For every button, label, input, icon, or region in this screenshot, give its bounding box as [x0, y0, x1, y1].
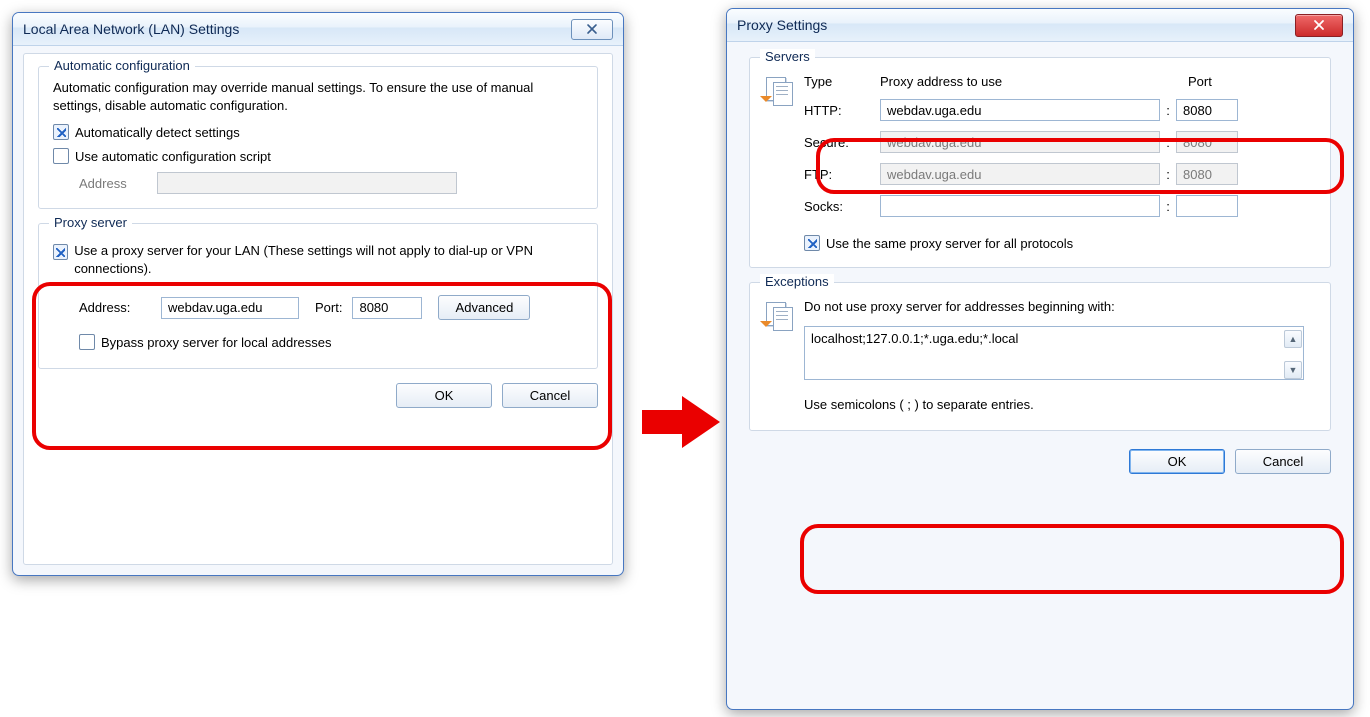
exceptions-group: Exceptions Do not use proxy server for a…	[749, 282, 1331, 431]
socks-label: Socks:	[804, 199, 880, 214]
http-address-input[interactable]	[880, 99, 1160, 121]
ftp-port-input	[1176, 163, 1238, 185]
close-icon	[1312, 19, 1326, 31]
servers-group: Servers Type Proxy address to use Port	[749, 57, 1331, 268]
bypass-local-checkbox[interactable]	[79, 334, 95, 350]
secure-port-input	[1176, 131, 1238, 153]
same-proxy-label: Use the same proxy server for all protoc…	[826, 236, 1073, 251]
col-type: Type	[804, 74, 880, 89]
proxy-port-label: Port:	[315, 300, 342, 315]
secure-label: Secure:	[804, 135, 880, 150]
proxy-address-label: Address:	[79, 300, 151, 315]
scroll-down-button[interactable]: ▼	[1284, 361, 1302, 379]
col-addr: Proxy address to use	[880, 74, 1166, 89]
col-port: Port	[1188, 74, 1212, 89]
ftp-label: FTP:	[804, 167, 880, 182]
close-icon	[586, 23, 598, 35]
proxy-body: Servers Type Proxy address to use Port	[737, 49, 1343, 699]
exceptions-desc: Do not use proxy server for addresses be…	[804, 299, 1314, 314]
exceptions-textarea[interactable]	[804, 326, 1304, 380]
lan-title: Local Area Network (LAN) Settings	[23, 21, 571, 37]
close-button[interactable]	[1295, 14, 1343, 37]
proxy-cancel-button[interactable]: Cancel	[1235, 449, 1331, 474]
auto-script-label: Use automatic configuration script	[75, 149, 271, 164]
proxy-titlebar[interactable]: Proxy Settings	[727, 9, 1353, 42]
proxy-settings-dialog: Proxy Settings Servers Type P	[726, 8, 1354, 710]
auto-config-group: Automatic configuration Automatic config…	[38, 66, 598, 209]
exceptions-hint: Use semicolons ( ; ) to separate entries…	[804, 397, 1314, 412]
socks-address-input[interactable]	[880, 195, 1160, 217]
proxy-title: Proxy Settings	[737, 17, 1295, 33]
exceptions-legend: Exceptions	[760, 274, 834, 289]
lan-ok-button[interactable]: OK	[396, 383, 492, 408]
secure-address-input	[880, 131, 1160, 153]
server-row-socks: Socks: :	[804, 195, 1314, 217]
proxy-server-group: Proxy server Use a proxy server for your…	[38, 223, 598, 369]
proxy-address-input[interactable]	[161, 297, 299, 319]
exceptions-icon	[764, 299, 798, 333]
advanced-button[interactable]: Advanced	[438, 295, 530, 320]
auto-address-input	[157, 172, 457, 194]
proxy-ok-button[interactable]: OK	[1129, 449, 1225, 474]
http-port-input[interactable]	[1176, 99, 1238, 121]
proxy-group-legend: Proxy server	[49, 215, 132, 230]
lan-titlebar[interactable]: Local Area Network (LAN) Settings	[13, 13, 623, 46]
server-row-secure: Secure: :	[804, 131, 1314, 153]
http-label: HTTP:	[804, 103, 880, 118]
lan-body: Automatic configuration Automatic config…	[23, 53, 613, 565]
use-proxy-label: Use a proxy server for your LAN (These s…	[74, 242, 583, 277]
auto-detect-checkbox[interactable]	[53, 124, 69, 140]
server-row-http: HTTP: :	[804, 99, 1314, 121]
auto-address-label: Address	[79, 176, 151, 191]
lan-settings-dialog: Local Area Network (LAN) Settings Automa…	[12, 12, 624, 576]
same-proxy-checkbox[interactable]	[804, 235, 820, 251]
servers-legend: Servers	[760, 49, 815, 64]
socks-port-input[interactable]	[1176, 195, 1238, 217]
lan-cancel-button[interactable]: Cancel	[502, 383, 598, 408]
close-button[interactable]	[571, 19, 613, 40]
auto-config-desc: Automatic configuration may override man…	[53, 79, 583, 114]
server-row-ftp: FTP: :	[804, 163, 1314, 185]
arrow-right-icon	[642, 392, 722, 452]
use-proxy-checkbox[interactable]	[53, 244, 68, 260]
scroll-up-button[interactable]: ▲	[1284, 330, 1302, 348]
servers-icon	[764, 74, 798, 108]
bypass-local-label: Bypass proxy server for local addresses	[101, 335, 331, 350]
ftp-address-input	[880, 163, 1160, 185]
auto-script-checkbox[interactable]	[53, 148, 69, 164]
auto-detect-label: Automatically detect settings	[75, 125, 240, 140]
proxy-port-input[interactable]	[352, 297, 422, 319]
auto-config-legend: Automatic configuration	[49, 58, 195, 73]
